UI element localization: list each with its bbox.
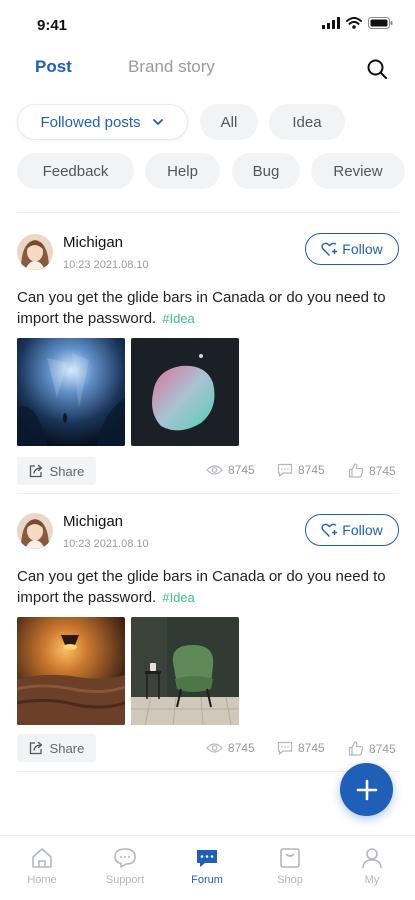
filter-followed-label: Followed posts: [40, 113, 141, 131]
post-body: Can you get the glide bars in Canada or …: [17, 289, 386, 327]
search-icon: [367, 59, 387, 79]
like-count-value: 8745: [369, 463, 396, 478]
post-image[interactable]: [17, 617, 125, 725]
filter-feedback[interactable]: Feedback: [17, 153, 134, 189]
divider: [17, 771, 399, 772]
chevron-down-icon: [152, 119, 163, 125]
view-count: 8745: [206, 741, 255, 755]
like-count[interactable]: 8745: [348, 463, 396, 478]
green-chair-photo: [131, 617, 239, 725]
share-icon: [29, 741, 42, 755]
user-icon: [362, 848, 382, 869]
filter-followed-posts[interactable]: Followed posts: [17, 104, 188, 140]
nav-home[interactable]: Home: [7, 846, 77, 886]
filter-bug-label: Bug: [252, 162, 280, 180]
like-count[interactable]: 8745: [348, 741, 396, 756]
home-icon: [32, 848, 52, 868]
comment-count[interactable]: 8745: [277, 741, 325, 755]
avatar[interactable]: [17, 513, 53, 549]
top-tabs: Post Brand story: [0, 52, 415, 86]
nav-my-label: My: [364, 874, 380, 886]
post-tag[interactable]: #Idea: [162, 311, 195, 326]
status-time: 9:41: [37, 17, 68, 34]
nav-home-label: Home: [27, 874, 57, 886]
shop-icon: [280, 848, 300, 868]
post-author[interactable]: Michigan: [63, 234, 123, 251]
status-bar: 9:41: [0, 0, 415, 50]
filter-bug[interactable]: Bug: [232, 153, 300, 189]
view-count-value: 8745: [228, 463, 255, 477]
filter-review-label: Review: [333, 162, 383, 180]
filter-all-label: All: [220, 113, 238, 131]
heart-plus-icon: [321, 523, 338, 537]
follow-button[interactable]: Follow: [305, 233, 399, 265]
nav-support-label: Support: [105, 874, 145, 886]
share-button[interactable]: Share: [17, 457, 96, 485]
new-post-button[interactable]: [340, 763, 393, 816]
post-date: 10:23 2021.08.10: [63, 259, 149, 271]
post-image[interactable]: [17, 338, 125, 446]
share-button[interactable]: Share: [17, 734, 96, 762]
like-count-value: 8745: [369, 741, 396, 756]
bedroom-lamp-photo: [17, 617, 125, 725]
nav-my[interactable]: My: [337, 846, 407, 886]
filter-help-label: Help: [167, 162, 198, 180]
post-body: Can you get the glide bars in Canada or …: [17, 568, 386, 606]
comment-icon: [277, 741, 293, 755]
status-icons: [322, 17, 393, 29]
view-count-value: 8745: [228, 741, 255, 755]
filter-review[interactable]: Review: [311, 153, 405, 189]
plus-icon: [356, 779, 377, 800]
nav-shop[interactable]: Shop: [255, 846, 325, 886]
comment-count-value: 8745: [298, 463, 325, 477]
post-image[interactable]: [131, 617, 239, 725]
avatar-image: [17, 513, 53, 549]
divider: [17, 493, 399, 494]
filter-all[interactable]: All: [200, 104, 258, 140]
thumb-up-icon: [348, 463, 364, 478]
nav-shop-label: Shop: [277, 874, 303, 886]
search-button[interactable]: [365, 57, 389, 81]
comment-count-value: 8745: [298, 741, 325, 755]
eye-icon: [206, 743, 223, 753]
filter-idea[interactable]: Idea: [269, 104, 345, 140]
share-icon: [29, 464, 42, 478]
filter-help[interactable]: Help: [145, 153, 220, 189]
comment-count[interactable]: 8745: [277, 463, 325, 477]
heart-plus-icon: [321, 242, 338, 256]
support-icon: [114, 848, 136, 868]
forum-icon: [197, 850, 217, 867]
underwater-photo: [17, 338, 125, 446]
share-label: Share: [49, 463, 85, 479]
eye-icon: [206, 465, 223, 475]
nav-support[interactable]: Support: [90, 846, 160, 886]
filter-feedback-label: Feedback: [42, 162, 109, 180]
post-date: 10:23 2021.08.10: [63, 538, 149, 550]
bottom-nav: Home Support Forum Shop My: [0, 835, 415, 900]
avatar-image: [17, 234, 53, 270]
avatar[interactable]: [17, 234, 53, 270]
post-text: Can you get the glide bars in Canada or …: [17, 287, 397, 329]
battery-icon: [368, 17, 393, 29]
tab-post[interactable]: Post: [35, 57, 72, 77]
view-count: 8745: [206, 463, 255, 477]
thumb-up-icon: [348, 741, 364, 756]
signal-icon: [322, 17, 340, 29]
post-author[interactable]: Michigan: [63, 513, 123, 530]
comment-icon: [277, 463, 293, 477]
post-tag[interactable]: #Idea: [162, 590, 195, 605]
tab-brand-story[interactable]: Brand story: [128, 57, 215, 77]
filter-idea-label: Idea: [292, 113, 322, 131]
follow-label: Follow: [342, 241, 383, 257]
share-label: Share: [49, 740, 85, 756]
post-image[interactable]: [131, 338, 239, 446]
follow-button[interactable]: Follow: [305, 514, 399, 546]
follow-label: Follow: [342, 522, 383, 538]
divider: [17, 212, 399, 213]
gradient-art-photo: [131, 338, 239, 446]
post-text: Can you get the glide bars in Canada or …: [17, 566, 397, 608]
wifi-icon: [346, 17, 362, 29]
nav-forum-label: Forum: [191, 874, 223, 886]
nav-forum[interactable]: Forum: [172, 846, 242, 886]
